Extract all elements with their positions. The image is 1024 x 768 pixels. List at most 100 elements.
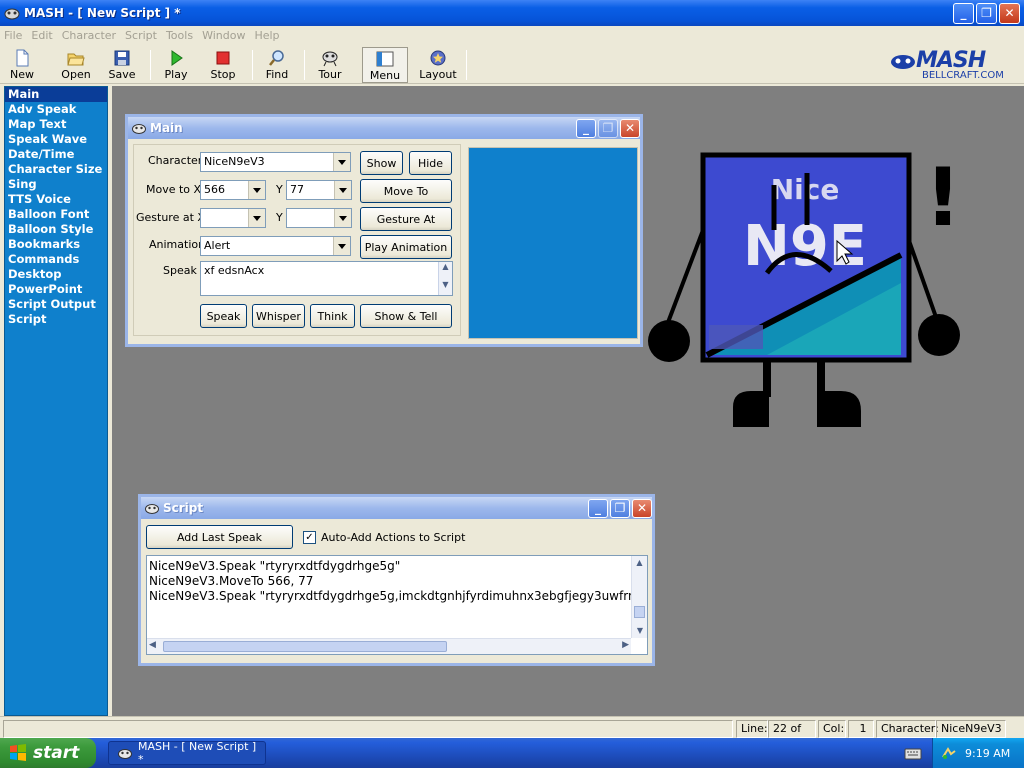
scroll-right-icon[interactable]: ▶ bbox=[622, 640, 629, 650]
scroll-left-icon[interactable]: ◀ bbox=[149, 640, 156, 650]
system-tray: 9:19 AM bbox=[932, 738, 1024, 768]
tour-button[interactable]: Tour bbox=[314, 47, 346, 83]
character-select[interactable]: NiceN9eV3 bbox=[200, 152, 351, 172]
main-maximize-button: ❐ bbox=[598, 118, 618, 138]
sidebar-item-date-time[interactable]: Date/Time bbox=[5, 147, 107, 162]
scroll-thumb[interactable] bbox=[634, 606, 645, 618]
add-last-speak-button[interactable]: Add Last Speak bbox=[146, 525, 293, 549]
chevron-down-icon[interactable] bbox=[334, 209, 351, 227]
chevron-down-icon[interactable] bbox=[248, 209, 265, 227]
sidebar-item-map-text[interactable]: Map Text bbox=[5, 117, 107, 132]
speak-textarea[interactable]: xf edsnAcx ▲ ▼ bbox=[200, 261, 453, 296]
chevron-down-icon[interactable] bbox=[333, 237, 350, 255]
menu-character[interactable]: Character bbox=[62, 29, 116, 42]
sidebar-item-character-size[interactable]: Character Size bbox=[5, 162, 107, 177]
new-button[interactable]: New bbox=[6, 47, 38, 83]
sidebar-item-balloon-style[interactable]: Balloon Style bbox=[5, 222, 107, 237]
toolbar-separator bbox=[150, 50, 151, 80]
move-x-input[interactable]: 566 bbox=[200, 180, 266, 200]
col-value: 1 bbox=[848, 720, 874, 738]
gesture-y-input[interactable] bbox=[286, 208, 352, 228]
save-disk-icon bbox=[114, 50, 130, 66]
network-tray-icon[interactable] bbox=[941, 745, 957, 761]
scroll-up-icon[interactable]: ▲ bbox=[632, 556, 647, 570]
scroll-up-icon[interactable]: ▲ bbox=[439, 262, 452, 276]
chevron-down-icon[interactable] bbox=[248, 181, 265, 199]
scroll-thumb[interactable] bbox=[163, 641, 447, 652]
line-label: Line: bbox=[736, 720, 768, 738]
auto-add-label: Auto-Add Actions to Script bbox=[321, 531, 466, 544]
main-window-titlebar: Main _ ❐ ✕ bbox=[128, 117, 640, 139]
scroll-down-icon[interactable]: ▼ bbox=[439, 280, 452, 294]
auto-add-checkbox[interactable]: ✓ bbox=[303, 531, 316, 544]
menu-script[interactable]: Script bbox=[125, 29, 157, 42]
sidebar-item-tts-voice[interactable]: TTS Voice bbox=[5, 192, 107, 207]
close-button[interactable]: ✕ bbox=[999, 2, 1020, 24]
move-to-button[interactable]: Move To bbox=[360, 179, 452, 203]
script-window-titlebar: Script _ ❐ ✕ bbox=[141, 497, 652, 519]
menu-help[interactable]: Help bbox=[254, 29, 279, 42]
sidebar-item-adv-speak[interactable]: Adv Speak bbox=[5, 102, 107, 117]
speak-label: Speak bbox=[163, 264, 197, 277]
clock[interactable]: 9:19 AM bbox=[965, 747, 1010, 760]
script-minimize-button[interactable]: _ bbox=[588, 498, 608, 518]
main-close-button[interactable]: ✕ bbox=[620, 118, 640, 138]
move-y-input[interactable]: 77 bbox=[286, 180, 352, 200]
chevron-down-icon[interactable] bbox=[333, 153, 350, 171]
taskbar-item-mash[interactable]: MASH - [ New Script ] * bbox=[108, 740, 266, 766]
stop-button[interactable]: Stop bbox=[206, 47, 240, 83]
sidebar-item-desktop[interactable]: Desktop bbox=[5, 267, 107, 282]
minimize-button[interactable]: _ bbox=[953, 2, 974, 24]
script-horizontal-scrollbar[interactable]: ◀ ▶ bbox=[147, 638, 631, 654]
menu-window[interactable]: Window bbox=[202, 29, 245, 42]
speak-scrollbar[interactable]: ▲ ▼ bbox=[438, 262, 452, 295]
show-and-tell-button[interactable]: Show & Tell bbox=[360, 304, 452, 328]
script-vertical-scrollbar[interactable]: ▲ ▼ bbox=[631, 556, 647, 638]
mash-logo: MASH BELLCRAFT.COM bbox=[888, 48, 1016, 84]
sidebar-item-script-output[interactable]: Script Output bbox=[5, 297, 107, 312]
play-animation-button[interactable]: Play Animation bbox=[360, 235, 452, 259]
windows-logo-icon bbox=[10, 744, 26, 761]
gesture-x-input[interactable] bbox=[200, 208, 266, 228]
title-bar: MASH - [ New Script ] * _ ❐ ✕ bbox=[0, 0, 1024, 26]
script-window-body: Add Last Speak ✓ Auto-Add Actions to Scr… bbox=[141, 519, 652, 663]
save-button[interactable]: Save bbox=[106, 47, 138, 83]
find-button[interactable]: Find bbox=[262, 47, 292, 83]
restore-button[interactable]: ❐ bbox=[976, 2, 997, 24]
keyboard-tray-icon[interactable] bbox=[904, 746, 922, 760]
play-icon bbox=[171, 50, 183, 66]
sidebar-item-script[interactable]: Script bbox=[5, 312, 107, 327]
script-close-button[interactable]: ✕ bbox=[632, 498, 652, 518]
sidebar-item-bookmarks[interactable]: Bookmarks bbox=[5, 237, 107, 252]
scroll-down-icon[interactable]: ▼ bbox=[632, 624, 647, 638]
speak-button[interactable]: Speak bbox=[200, 304, 247, 328]
script-editor[interactable]: NiceN9eV3.Speak "rtyryrxdtfdygdrhge5g" N… bbox=[146, 555, 648, 655]
hide-button[interactable]: Hide bbox=[409, 151, 452, 175]
sidebar-item-commands[interactable]: Commands bbox=[5, 252, 107, 267]
menu-toggle-button[interactable]: Menu bbox=[362, 47, 408, 83]
chevron-down-icon[interactable] bbox=[334, 181, 351, 199]
layout-button[interactable]: Layout bbox=[418, 47, 458, 83]
open-button[interactable]: Open bbox=[58, 47, 94, 83]
show-button[interactable]: Show bbox=[360, 151, 403, 175]
sidebar-item-sing[interactable]: Sing bbox=[5, 177, 107, 192]
sidebar-nav: Main Adv Speak Map Text Speak Wave Date/… bbox=[4, 86, 108, 716]
animation-select[interactable]: Alert bbox=[200, 236, 351, 256]
main-minimize-button[interactable]: _ bbox=[576, 118, 596, 138]
play-button[interactable]: Play bbox=[160, 47, 192, 83]
exclamation-mark: ! bbox=[925, 151, 961, 244]
gesture-at-button[interactable]: Gesture At bbox=[360, 207, 452, 231]
menu-file[interactable]: File bbox=[4, 29, 22, 42]
menu-tools[interactable]: Tools bbox=[166, 29, 193, 42]
script-maximize-button[interactable]: ❐ bbox=[610, 498, 630, 518]
sidebar-item-balloon-font[interactable]: Balloon Font bbox=[5, 207, 107, 222]
sidebar-item-main[interactable]: Main bbox=[5, 87, 107, 102]
think-button[interactable]: Think bbox=[310, 304, 355, 328]
whisper-button[interactable]: Whisper bbox=[252, 304, 305, 328]
sidebar-item-speak-wave[interactable]: Speak Wave bbox=[5, 132, 107, 147]
sidebar-item-powerpoint[interactable]: PowerPoint bbox=[5, 282, 107, 297]
menu-edit[interactable]: Edit bbox=[31, 29, 52, 42]
taskbar: start MASH - [ New Script ] * 9:19 AM bbox=[0, 738, 1024, 768]
window-title: MASH - [ New Script ] * bbox=[24, 6, 181, 20]
start-button[interactable]: start bbox=[0, 738, 96, 768]
